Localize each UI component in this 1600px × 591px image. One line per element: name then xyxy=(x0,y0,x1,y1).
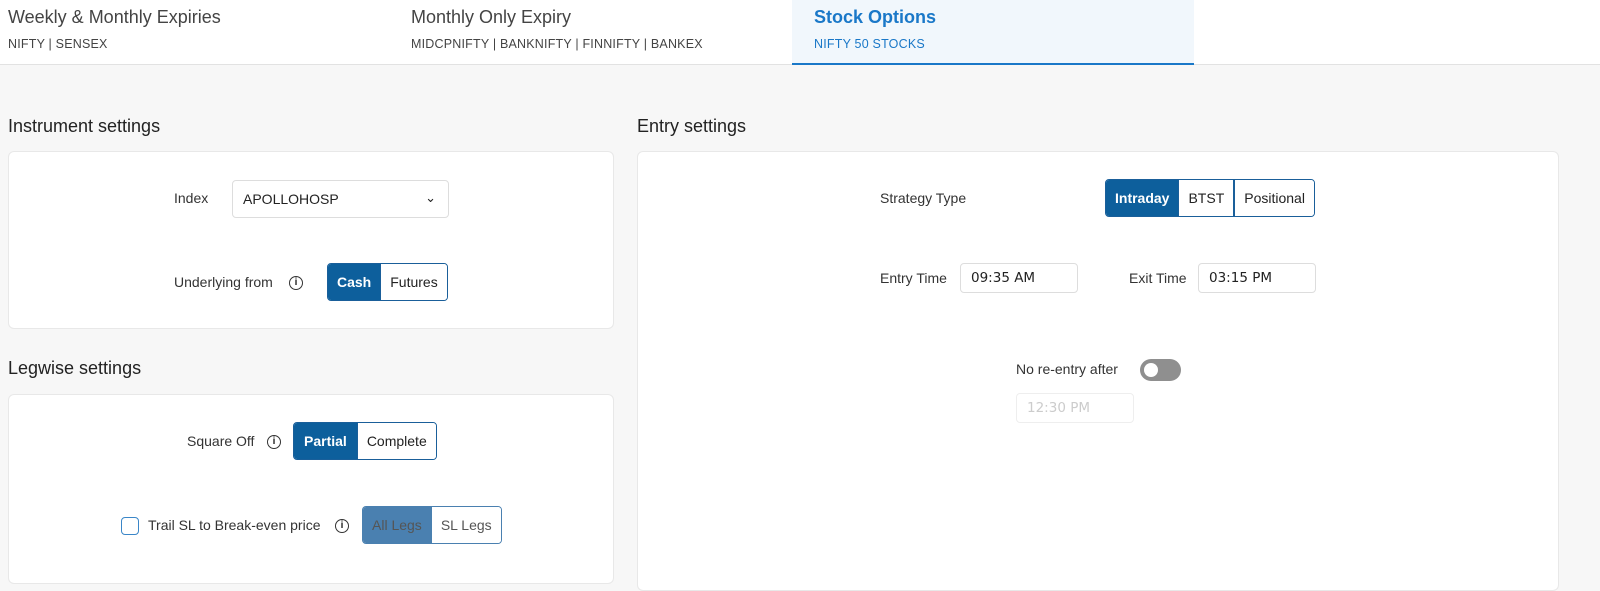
chevron-down-icon: ⌄ xyxy=(425,190,436,205)
squareoff-label: Square Off xyxy=(187,433,255,449)
no-reentry-label: No re-entry after xyxy=(1016,361,1118,377)
underlying-toggle: Cash Futures xyxy=(327,263,448,301)
tab-title: Weekly & Monthly Expiries xyxy=(8,7,221,27)
tab-title: Stock Options xyxy=(814,7,937,27)
index-value: APOLLOHOSP xyxy=(243,191,339,207)
underlying-label: Underlying from xyxy=(174,274,273,290)
tab-monthly-only[interactable]: Monthly Only Expiry MIDCPNIFTY | BANKNIFT… xyxy=(403,0,788,64)
all-legs-button[interactable]: All Legs xyxy=(363,507,431,543)
entry-settings-heading: Entry settings xyxy=(637,116,747,136)
info-icon[interactable]: i xyxy=(335,519,349,533)
intraday-button[interactable]: Intraday xyxy=(1106,180,1179,216)
positional-button[interactable]: Positional xyxy=(1233,180,1314,216)
trail-sl-checkbox[interactable] xyxy=(121,517,139,535)
info-icon[interactable]: i xyxy=(289,276,303,290)
btst-button[interactable]: BTST xyxy=(1178,180,1234,216)
legwise-settings-card: Square Off i Partial Complete Trail SL t… xyxy=(8,394,614,584)
index-select[interactable]: APOLLOHOSP ⌄ xyxy=(232,180,449,218)
trail-legs-toggle: All Legs SL Legs xyxy=(362,506,502,544)
instrument-settings-heading: Instrument settings xyxy=(8,116,161,136)
instrument-settings-card: Index APOLLOHOSP ⌄ Underlying from i Cash… xyxy=(8,151,614,329)
entry-time-label: Entry Time xyxy=(880,270,947,286)
trail-sl-label: Trail SL to Break-even price xyxy=(148,517,321,533)
exit-time-label: Exit Time xyxy=(1129,270,1187,286)
tab-title: Monthly Only Expiry xyxy=(411,7,572,27)
strategy-type-toggle: Intraday BTST Positional xyxy=(1105,179,1315,217)
info-icon[interactable]: i xyxy=(267,435,281,449)
strategy-type-label: Strategy Type xyxy=(880,190,967,206)
sl-legs-button[interactable]: SL Legs xyxy=(430,507,501,543)
squareoff-partial-button[interactable]: Partial xyxy=(294,423,357,459)
no-reentry-time-input[interactable]: 12:30 PM xyxy=(1016,393,1134,423)
tab-stock-options[interactable]: Stock Options NIFTY 50 STOCKS xyxy=(792,0,1194,65)
tab-subtitle: MIDCPNIFTY | BANKNIFTY | FINNIFTY | BANK… xyxy=(411,37,703,51)
squareoff-complete-button[interactable]: Complete xyxy=(356,423,436,459)
underlying-cash-button[interactable]: Cash xyxy=(328,264,381,300)
no-reentry-toggle[interactable] xyxy=(1140,359,1181,381)
tab-weekly-monthly[interactable]: Weekly & Monthly Expiries NIFTY | SENSEX xyxy=(0,0,400,64)
legwise-settings-heading: Legwise settings xyxy=(8,358,142,378)
index-label: Index xyxy=(174,190,209,206)
entry-settings-card: Strategy Type Intraday BTST Positional E… xyxy=(637,151,1559,591)
expiry-tabs: Weekly & Monthly Expiries NIFTY | SENSEX … xyxy=(0,0,1600,65)
squareoff-toggle: Partial Complete xyxy=(293,422,437,460)
exit-time-input[interactable]: 03:15 PM xyxy=(1198,263,1316,293)
entry-time-input[interactable]: 09:35 AM xyxy=(960,263,1078,293)
underlying-futures-button[interactable]: Futures xyxy=(380,264,447,300)
tab-subtitle: NIFTY | SENSEX xyxy=(8,37,108,51)
tab-subtitle: NIFTY 50 STOCKS xyxy=(814,37,925,51)
toggle-knob xyxy=(1144,363,1158,377)
